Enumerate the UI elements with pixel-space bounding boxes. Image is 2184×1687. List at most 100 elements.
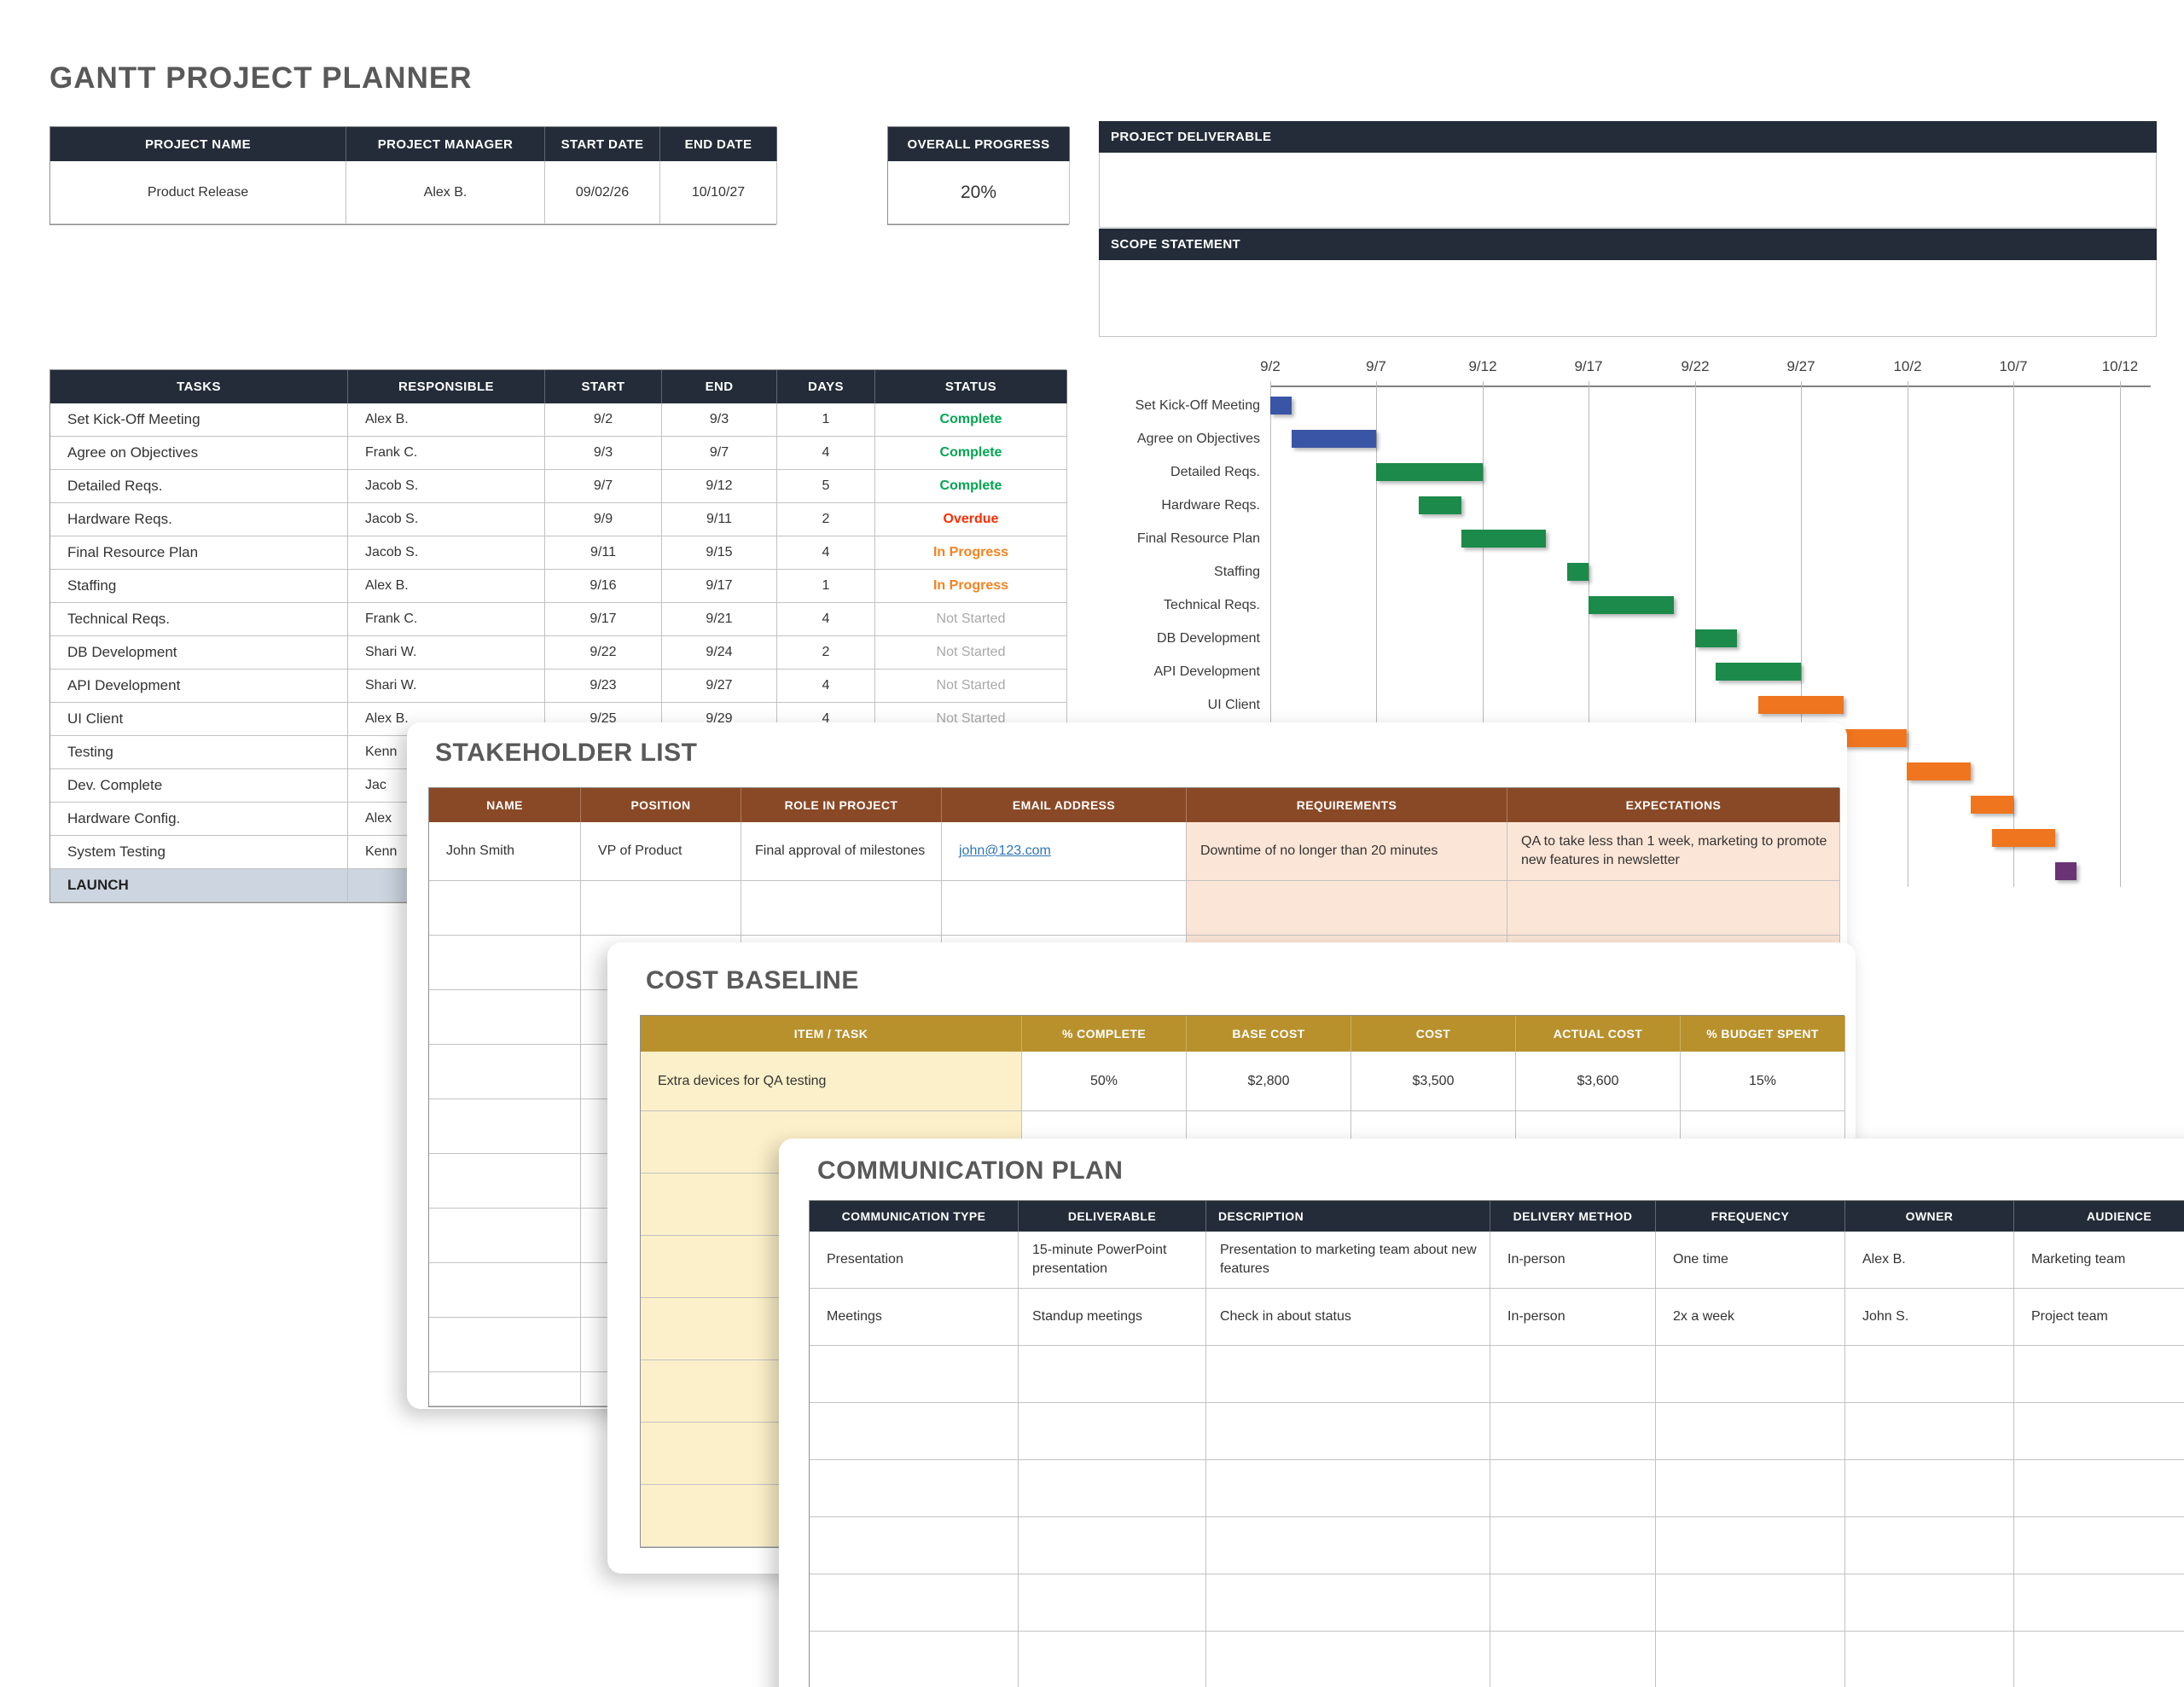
empty-cell[interactable] [1656,1632,1845,1687]
start-cell[interactable]: 9/22 [545,636,662,670]
empty-cell[interactable] [2014,1632,2184,1687]
empty-cell[interactable] [429,1372,581,1406]
empty-cell[interactable] [429,1209,581,1263]
empty-cell[interactable] [1490,1517,1656,1574]
comm-owner-cell[interactable]: John S. [1845,1289,2014,1346]
cost-pct-complete-cell[interactable]: 50% [1022,1052,1187,1111]
comm-audience-cell[interactable]: Marketing team [2014,1232,2184,1289]
empty-cell[interactable] [1845,1632,2014,1687]
empty-cell[interactable] [810,1574,1019,1632]
stakeholder-expectations-cell[interactable]: QA to take less than 1 week, marketing t… [1507,822,1840,881]
days-cell[interactable]: 1 [777,570,875,603]
empty-cell[interactable] [1206,1574,1490,1632]
empty-cell[interactable] [1656,1517,1845,1574]
task-cell[interactable]: System Testing [50,836,348,869]
empty-cell[interactable] [1187,881,1507,936]
cost-pct-budget-cell[interactable]: 15% [1681,1052,1845,1111]
task-cell[interactable]: Hardware Reqs. [50,503,348,536]
empty-cell[interactable] [1845,1517,2014,1574]
empty-cell[interactable] [1490,1574,1656,1632]
task-cell[interactable]: Detailed Reqs. [50,470,348,503]
responsible-cell[interactable]: Frank C. [348,437,545,470]
end-cell[interactable]: 9/27 [662,670,777,703]
empty-cell[interactable] [429,1045,581,1099]
empty-cell[interactable] [2014,1346,2184,1403]
comm-deliverable-cell[interactable]: Standup meetings [1019,1289,1206,1346]
email-link[interactable]: john@123.com [959,844,1051,859]
empty-cell[interactable] [429,881,581,936]
days-cell[interactable]: 1 [777,403,875,437]
comm-deliverable-cell[interactable]: 15-minute PowerPoint presentation [1019,1232,1206,1289]
days-cell[interactable]: 4 [777,670,875,703]
task-cell[interactable]: UI Client [50,703,348,736]
responsible-cell[interactable]: Shari W. [348,670,545,703]
empty-cell[interactable] [2014,1403,2184,1460]
task-cell[interactable]: Set Kick-Off Meeting [50,403,348,437]
days-cell[interactable]: 4 [777,437,875,470]
comm-audience-cell[interactable]: Project team [2014,1289,2184,1346]
empty-cell[interactable] [1206,1460,1490,1517]
empty-cell[interactable] [1019,1346,1206,1403]
start-cell[interactable]: 9/7 [545,470,662,503]
days-cell[interactable]: 2 [777,503,875,536]
comm-type-cell[interactable]: Meetings [810,1289,1019,1346]
empty-cell[interactable] [810,1403,1019,1460]
overall-progress-value[interactable]: 20% [888,161,1070,224]
task-cell[interactable]: Hardware Config. [50,803,348,836]
empty-cell[interactable] [429,1099,581,1154]
empty-cell[interactable] [1206,1403,1490,1460]
empty-cell[interactable] [429,1263,581,1318]
task-cell[interactable]: API Development [50,670,348,703]
comm-frequency-cell[interactable]: 2x a week [1656,1289,1845,1346]
empty-cell[interactable] [1845,1403,2014,1460]
empty-cell[interactable] [1019,1517,1206,1574]
empty-cell[interactable] [942,881,1187,936]
empty-cell[interactable] [1206,1346,1490,1403]
empty-cell[interactable] [429,936,581,990]
empty-cell[interactable] [1206,1632,1490,1687]
days-cell[interactable]: 4 [777,603,875,636]
project-start-date-cell[interactable]: 09/02/26 [545,161,660,224]
days-cell[interactable]: 5 [777,470,875,503]
comm-description-cell[interactable]: Presentation to marketing team about new… [1206,1232,1490,1289]
task-cell[interactable]: DB Development [50,636,348,670]
empty-cell[interactable] [2014,1574,2184,1632]
cost-actual-cost-cell[interactable]: $3,600 [1516,1052,1681,1111]
comm-delivery-method-cell[interactable]: In-person [1490,1289,1656,1346]
responsible-cell[interactable]: Jacob S. [348,536,545,570]
end-cell[interactable]: 9/3 [662,403,777,437]
empty-cell[interactable] [581,881,741,936]
cost-base-cost-cell[interactable]: $2,800 [1187,1052,1351,1111]
task-cell[interactable]: Agree on Objectives [50,437,348,470]
end-cell[interactable]: 9/24 [662,636,777,670]
empty-cell[interactable] [1845,1460,2014,1517]
empty-cell[interactable] [1845,1574,2014,1632]
start-cell[interactable]: 9/2 [545,403,662,437]
start-cell[interactable]: 9/3 [545,437,662,470]
empty-cell[interactable] [1019,1403,1206,1460]
empty-cell[interactable] [810,1632,1019,1687]
stakeholder-requirements-cell[interactable]: Downtime of no longer than 20 minutes [1187,822,1507,881]
responsible-cell[interactable]: Jacob S. [348,470,545,503]
task-cell[interactable]: LAUNCH [50,869,348,902]
empty-cell[interactable] [1490,1403,1656,1460]
empty-cell[interactable] [1845,1346,2014,1403]
responsible-cell[interactable]: Jacob S. [348,503,545,536]
empty-cell[interactable] [429,1318,581,1372]
end-cell[interactable]: 9/21 [662,603,777,636]
comm-type-cell[interactable]: Presentation [810,1232,1019,1289]
empty-cell[interactable] [2014,1517,2184,1574]
days-cell[interactable]: 4 [777,536,875,570]
empty-cell[interactable] [429,990,581,1045]
empty-cell[interactable] [1490,1346,1656,1403]
end-cell[interactable]: 9/7 [662,437,777,470]
empty-cell[interactable] [1019,1632,1206,1687]
task-cell[interactable]: Staffing [50,570,348,603]
stakeholder-role-cell[interactable]: Final approval of milestones [741,822,942,881]
cost-item-cell[interactable]: Extra devices for QA testing [641,1052,1022,1111]
empty-cell[interactable] [1656,1346,1845,1403]
task-cell[interactable]: Dev. Complete [50,769,348,803]
empty-cell[interactable] [810,1346,1019,1403]
responsible-cell[interactable]: Alex B. [348,403,545,437]
comm-owner-cell[interactable]: Alex B. [1845,1232,2014,1289]
